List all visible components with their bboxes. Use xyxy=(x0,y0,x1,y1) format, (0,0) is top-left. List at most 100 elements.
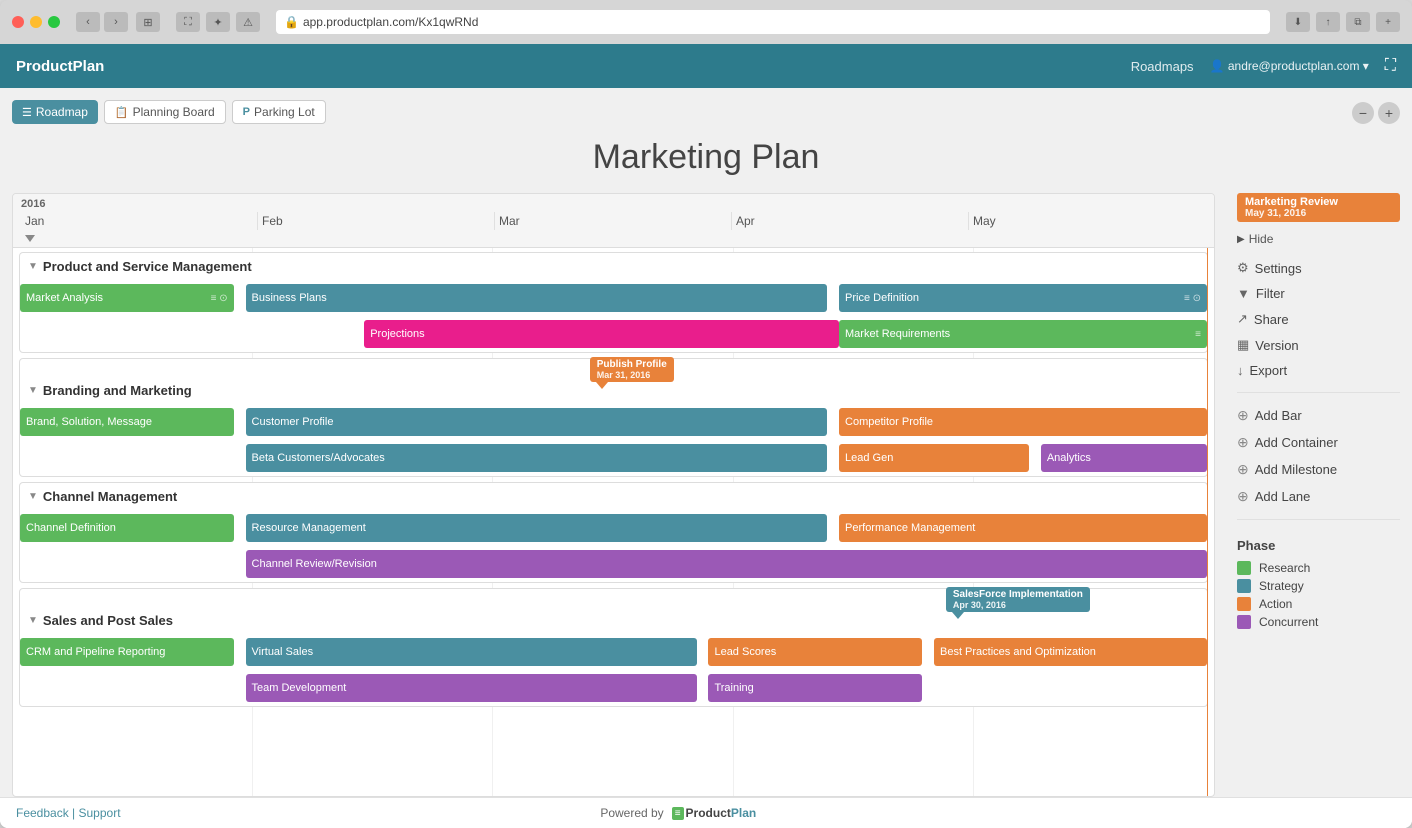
month-mar: Mar xyxy=(495,212,732,230)
tab-roadmap[interactable]: ☰ Roadmap xyxy=(12,100,98,124)
bar-channel-definition[interactable]: Channel Definition xyxy=(20,514,234,542)
month-header: Jan Feb Mar Apr May xyxy=(21,212,1206,230)
add-bar-item[interactable]: ⊕ Add Bar xyxy=(1237,403,1400,428)
back-button[interactable]: ‹ xyxy=(76,12,100,32)
bar-channel-review[interactable]: Channel Review/Revision xyxy=(246,550,1207,578)
bar-projections[interactable]: Projections xyxy=(364,320,839,348)
export-icon: ↓ xyxy=(1237,363,1244,378)
bar-virtual-sales[interactable]: Virtual Sales xyxy=(246,638,697,666)
hide-button[interactable]: ▶ Hide xyxy=(1237,232,1400,246)
milestone-indicator-bm xyxy=(1198,410,1208,426)
view-button[interactable]: ⊞ xyxy=(136,12,160,32)
container-cm-header[interactable]: ▼ Channel Management xyxy=(20,483,1207,510)
lane-cm-2: Channel Review/Revision xyxy=(20,546,1207,582)
milestone-marketing-review[interactable]: Marketing Review May 31, 2016 xyxy=(1237,193,1400,222)
user-menu[interactable]: 👤 andre@productplan.com ▾ xyxy=(1210,59,1369,73)
bar-market-analysis[interactable]: Market Analysis ≡ ⊙ xyxy=(20,284,234,312)
tabs-button[interactable]: ⧉ xyxy=(1346,12,1370,32)
footer-brand2: Plan xyxy=(731,806,756,820)
feedback-link[interactable]: Feedback xyxy=(16,806,69,820)
url-text: app.productplan.com/Kx1qwRNd xyxy=(303,15,478,29)
plus-tab-button[interactable]: + xyxy=(1376,12,1400,32)
hide-label: Hide xyxy=(1249,232,1274,246)
forward-button[interactable]: › xyxy=(104,12,128,32)
month-feb: Feb xyxy=(258,212,495,230)
container-pasm-header[interactable]: ▼ Product and Service Management xyxy=(20,253,1207,280)
warn-button[interactable]: ⚠ xyxy=(236,12,260,32)
footer: Feedback | Support Powered by ≡ ProductP… xyxy=(0,797,1412,828)
tab-parking-lot[interactable]: P Parking Lot xyxy=(232,100,326,124)
month-apr: Apr xyxy=(732,212,969,230)
lane-sps-1: CRM and Pipeline Reporting Virtual Sales… xyxy=(20,634,1207,670)
bar-lead-gen[interactable]: Lead Gen xyxy=(839,444,1029,472)
filter-item[interactable]: ▼ Filter xyxy=(1237,282,1400,305)
bar-price-definition[interactable]: Price Definition ≡ ⊙ xyxy=(839,284,1207,312)
collapse-icon-sps: ▼ xyxy=(28,615,38,626)
add-milestone-item[interactable]: ⊕ Add Milestone xyxy=(1237,457,1400,482)
footer-center: Powered by ≡ ProductPlan xyxy=(600,806,756,820)
fullscreen-button[interactable]: ⛶ xyxy=(1385,57,1396,75)
magic-button[interactable]: ✦ xyxy=(206,12,230,32)
right-sidebar: Marketing Review May 31, 2016 ▶ Hide ⚙ S… xyxy=(1225,193,1400,797)
lane-sps-2: Team Development Training xyxy=(20,670,1207,706)
bar-customer-profile[interactable]: Customer Profile xyxy=(246,408,828,436)
container-pasm-label: Product and Service Management xyxy=(43,259,252,274)
bar-brand-solution-message[interactable]: Brand, Solution, Message xyxy=(20,408,234,436)
settings-item[interactable]: ⚙ Settings xyxy=(1237,256,1400,280)
share-item[interactable]: ↗ Share xyxy=(1237,307,1400,331)
bar-best-practices[interactable]: Best Practices and Optimization xyxy=(934,638,1207,666)
bar-team-development[interactable]: Team Development xyxy=(246,674,697,702)
share-icon: ↗ xyxy=(1237,311,1248,327)
bar-beta-customers[interactable]: Beta Customers/Advocates xyxy=(246,444,828,472)
support-link[interactable]: Support xyxy=(79,806,121,820)
container-bm: Publish Profile Mar 31, 2016 ▼ Brandin xyxy=(19,358,1208,477)
collapse-icon-pasm: ▼ xyxy=(28,261,38,272)
collapse-icon-cm: ▼ xyxy=(28,491,38,502)
add-lane-item[interactable]: ⊕ Add Lane xyxy=(1237,484,1400,509)
tab-planning-board[interactable]: 📋 Planning Board xyxy=(104,100,226,124)
bar-performance-management[interactable]: Performance Management xyxy=(839,514,1207,542)
download-button[interactable]: ⬇ xyxy=(1286,12,1310,32)
phase-research-color xyxy=(1237,561,1251,575)
brand-logo: ProductPlan xyxy=(16,58,1131,75)
share-button[interactable]: ↑ xyxy=(1316,12,1340,32)
lane-bm-1: Brand, Solution, Message Customer Profil… xyxy=(20,404,1207,440)
phase-section: Phase Research Strategy Action xyxy=(1237,538,1400,631)
bar-competitor-profile[interactable]: Competitor Profile xyxy=(839,408,1207,436)
container-pasm: ▼ Product and Service Management Market … xyxy=(19,252,1208,353)
bar-lead-scores[interactable]: Lead Scores xyxy=(708,638,922,666)
sidebar-divider-2 xyxy=(1237,519,1400,520)
add-container-item[interactable]: ⊕ Add Container xyxy=(1237,430,1400,455)
zoom-out-button[interactable]: − xyxy=(1352,102,1374,124)
bar-analytics[interactable]: Analytics xyxy=(1041,444,1207,472)
container-bm-header[interactable]: ▼ Branding and Marketing xyxy=(20,377,1207,404)
year-label: 2016 xyxy=(21,198,1206,210)
month-jan: Jan xyxy=(21,212,258,230)
browser-titlebar: ‹ › ⊞ ⛶ ✦ ⚠ 🔒 app.productplan.com/Kx1qwR… xyxy=(0,0,1412,44)
maximize-dot[interactable] xyxy=(48,16,60,28)
version-item[interactable]: ▦ Version xyxy=(1237,333,1400,357)
tab-bar: ☰ Roadmap 📋 Planning Board P Parking Lot xyxy=(12,100,326,124)
bar-business-plans[interactable]: Business Plans xyxy=(246,284,828,312)
close-dot[interactable] xyxy=(12,16,24,28)
lane-cm-1: Channel Definition Resource Management P… xyxy=(20,510,1207,546)
url-bar[interactable]: 🔒 app.productplan.com/Kx1qwRNd xyxy=(276,10,1270,34)
roadmaps-link[interactable]: Roadmaps xyxy=(1131,59,1194,74)
footer-left: Feedback | Support xyxy=(16,806,121,820)
version-icon: ▦ xyxy=(1237,337,1249,353)
add-bar-icon: ⊕ xyxy=(1237,407,1249,424)
minimize-dot[interactable] xyxy=(30,16,42,28)
resize-button[interactable]: ⛶ xyxy=(176,12,200,32)
bar-crm-pipeline[interactable]: CRM and Pipeline Reporting xyxy=(20,638,234,666)
bar-resource-management[interactable]: Resource Management xyxy=(246,514,828,542)
phase-title: Phase xyxy=(1237,538,1400,553)
zoom-in-button[interactable]: + xyxy=(1378,102,1400,124)
bar-training[interactable]: Training xyxy=(708,674,922,702)
settings-icon: ⚙ xyxy=(1237,260,1249,276)
top-nav: ProductPlan Roadmaps 👤 andre@productplan… xyxy=(0,44,1412,88)
browser-actions: ⬇ ↑ ⧉ + xyxy=(1286,12,1400,32)
bar-market-requirements[interactable]: Market Requirements ≡ xyxy=(839,320,1207,348)
container-sps-header[interactable]: ▼ Sales and Post Sales xyxy=(20,607,1207,634)
export-item[interactable]: ↓ Export xyxy=(1237,359,1400,382)
container-cm: ▼ Channel Management Channel Definition xyxy=(19,482,1208,583)
